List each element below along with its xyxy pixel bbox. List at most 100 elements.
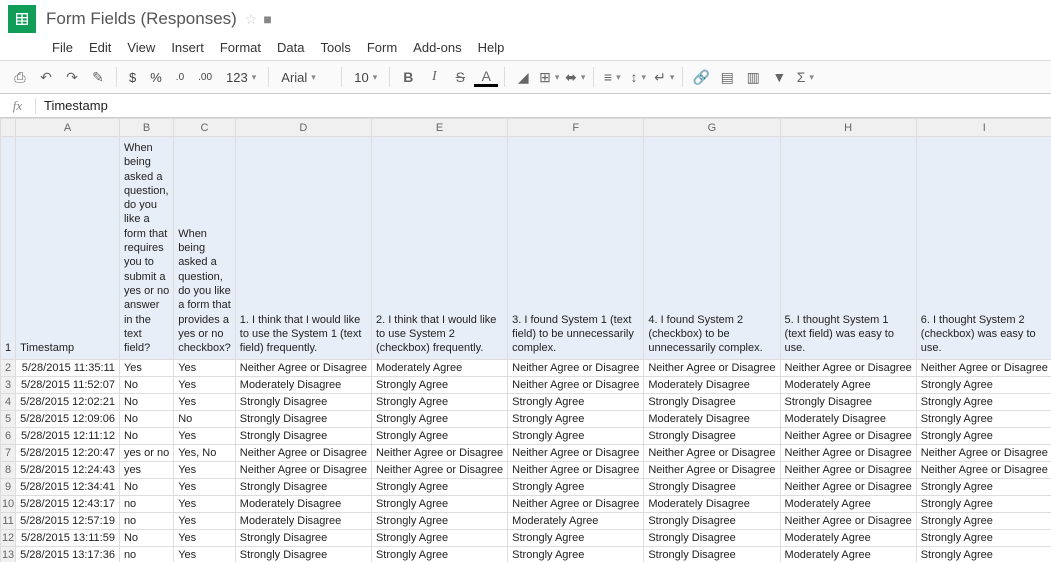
cell[interactable]: Strongly Disagree [235,530,371,547]
cell[interactable]: 5/28/2015 13:11:59 [16,530,120,547]
cell[interactable]: 5/28/2015 12:11:12 [16,428,120,445]
cell[interactable]: Yes [174,428,236,445]
fill-color-icon[interactable]: ◢ [511,65,535,89]
cell[interactable]: No [119,394,173,411]
cell[interactable]: Neither Agree or Disagree [916,445,1051,462]
font-dropdown[interactable]: Arial [275,65,335,89]
document-title[interactable]: Form Fields (Responses) [46,9,237,29]
cell[interactable]: Strongly Agree [371,547,507,562]
merge-icon[interactable]: ⬌ [563,65,587,89]
header-cell[interactable]: Timestamp [16,137,120,360]
menu-format[interactable]: Format [214,38,267,56]
cell[interactable]: no [119,547,173,562]
sheets-logo[interactable] [8,5,36,33]
cell[interactable]: Moderately Disagree [235,496,371,513]
folder-icon[interactable]: ■ [263,11,271,27]
cell[interactable]: no [119,513,173,530]
cell[interactable]: Yes [174,496,236,513]
comment-icon[interactable]: ▤ [715,65,739,89]
currency-button[interactable]: $ [123,65,142,89]
cell[interactable]: Neither Agree or Disagree [644,445,780,462]
cell[interactable]: Strongly Agree [916,394,1051,411]
col-header-d[interactable]: D [235,119,371,137]
col-header-b[interactable]: B [119,119,173,137]
row-header[interactable]: 5 [1,411,16,428]
cell[interactable]: Strongly Disagree [235,394,371,411]
cell[interactable]: yes or no [119,445,173,462]
cell[interactable]: Neither Agree or Disagree [644,360,780,377]
font-size-dropdown[interactable]: 10 [348,65,383,89]
cell[interactable]: 5/28/2015 12:20:47 [16,445,120,462]
menu-file[interactable]: File [46,38,79,56]
cell[interactable]: Strongly Disagree [644,428,780,445]
cell[interactable]: Yes [174,547,236,562]
cell[interactable]: Strongly Agree [508,547,644,562]
col-header-g[interactable]: G [644,119,780,137]
col-header-i[interactable]: I [916,119,1051,137]
cell[interactable]: yes [119,462,173,479]
cell[interactable]: Strongly Agree [508,479,644,496]
row-header[interactable]: 12 [1,530,16,547]
cell[interactable]: Strongly Agree [916,496,1051,513]
cell[interactable]: Moderately Disagree [235,513,371,530]
number-format-dropdown[interactable]: 123 [220,65,262,89]
valign-icon[interactable]: ↕ [626,65,650,89]
header-cell[interactable]: 6. I thought System 2 (checkbox) was eas… [916,137,1051,360]
cell[interactable]: Strongly Disagree [644,547,780,562]
cell[interactable]: Neither Agree or Disagree [916,462,1051,479]
row-header[interactable]: 10 [1,496,16,513]
cell[interactable]: Strongly Agree [371,496,507,513]
cell[interactable]: Strongly Agree [371,394,507,411]
cell[interactable]: Moderately Disagree [235,377,371,394]
cell[interactable]: Neither Agree or Disagree [508,360,644,377]
cell[interactable]: Strongly Agree [371,513,507,530]
row-header-1[interactable]: 1 [1,137,16,360]
cell[interactable]: Moderately Agree [780,377,916,394]
cell[interactable]: Strongly Disagree [644,530,780,547]
cell[interactable]: Neither Agree or Disagree [235,445,371,462]
cell[interactable]: 5/28/2015 11:52:07 [16,377,120,394]
header-cell[interactable]: 1. I think that I would like to use the … [235,137,371,360]
cell[interactable]: No [119,377,173,394]
undo-icon[interactable]: ↶ [34,65,58,89]
col-header-f[interactable]: F [508,119,644,137]
cell[interactable]: Moderately Agree [780,530,916,547]
cell[interactable]: Moderately Disagree [644,496,780,513]
cell[interactable]: Moderately Agree [780,547,916,562]
cell[interactable]: Moderately Disagree [644,377,780,394]
cell[interactable]: No [119,411,173,428]
cell[interactable]: Strongly Agree [371,377,507,394]
link-icon[interactable]: 🔗 [689,65,713,89]
cell[interactable]: Strongly Agree [508,411,644,428]
wrap-icon[interactable]: ↵ [652,65,676,89]
cell[interactable]: Yes [119,360,173,377]
cell[interactable]: Moderately Agree [508,513,644,530]
header-cell[interactable]: 4. I found System 2 (checkbox) to be unn… [644,137,780,360]
spreadsheet-grid[interactable]: A B C D E F G H I 1 Timestamp When being… [0,118,1051,562]
col-header-a[interactable]: A [16,119,120,137]
col-header-e[interactable]: E [371,119,507,137]
cell[interactable]: Yes [174,394,236,411]
menu-view[interactable]: View [121,38,161,56]
cell[interactable]: 5/28/2015 12:24:43 [16,462,120,479]
cell[interactable]: 5/28/2015 12:34:41 [16,479,120,496]
percent-button[interactable]: % [144,65,168,89]
halign-icon[interactable]: ≡ [600,65,624,89]
menu-insert[interactable]: Insert [165,38,210,56]
cell[interactable]: Yes [174,377,236,394]
cell[interactable]: Strongly Disagree [780,394,916,411]
cell[interactable]: Moderately Agree [371,360,507,377]
cell[interactable]: Neither Agree or Disagree [371,462,507,479]
cell[interactable]: Strongly Agree [916,547,1051,562]
cell[interactable]: Strongly Disagree [644,513,780,530]
cell[interactable]: No [119,428,173,445]
cell[interactable]: Yes [174,479,236,496]
cell[interactable]: Moderately Agree [780,496,916,513]
redo-icon[interactable]: ↷ [60,65,84,89]
cell[interactable]: 5/28/2015 12:43:17 [16,496,120,513]
cell[interactable]: Strongly Disagree [644,394,780,411]
cell[interactable]: No [119,530,173,547]
cell[interactable]: Neither Agree or Disagree [508,377,644,394]
cell[interactable]: Neither Agree or Disagree [508,445,644,462]
cell[interactable]: 5/28/2015 12:57:19 [16,513,120,530]
